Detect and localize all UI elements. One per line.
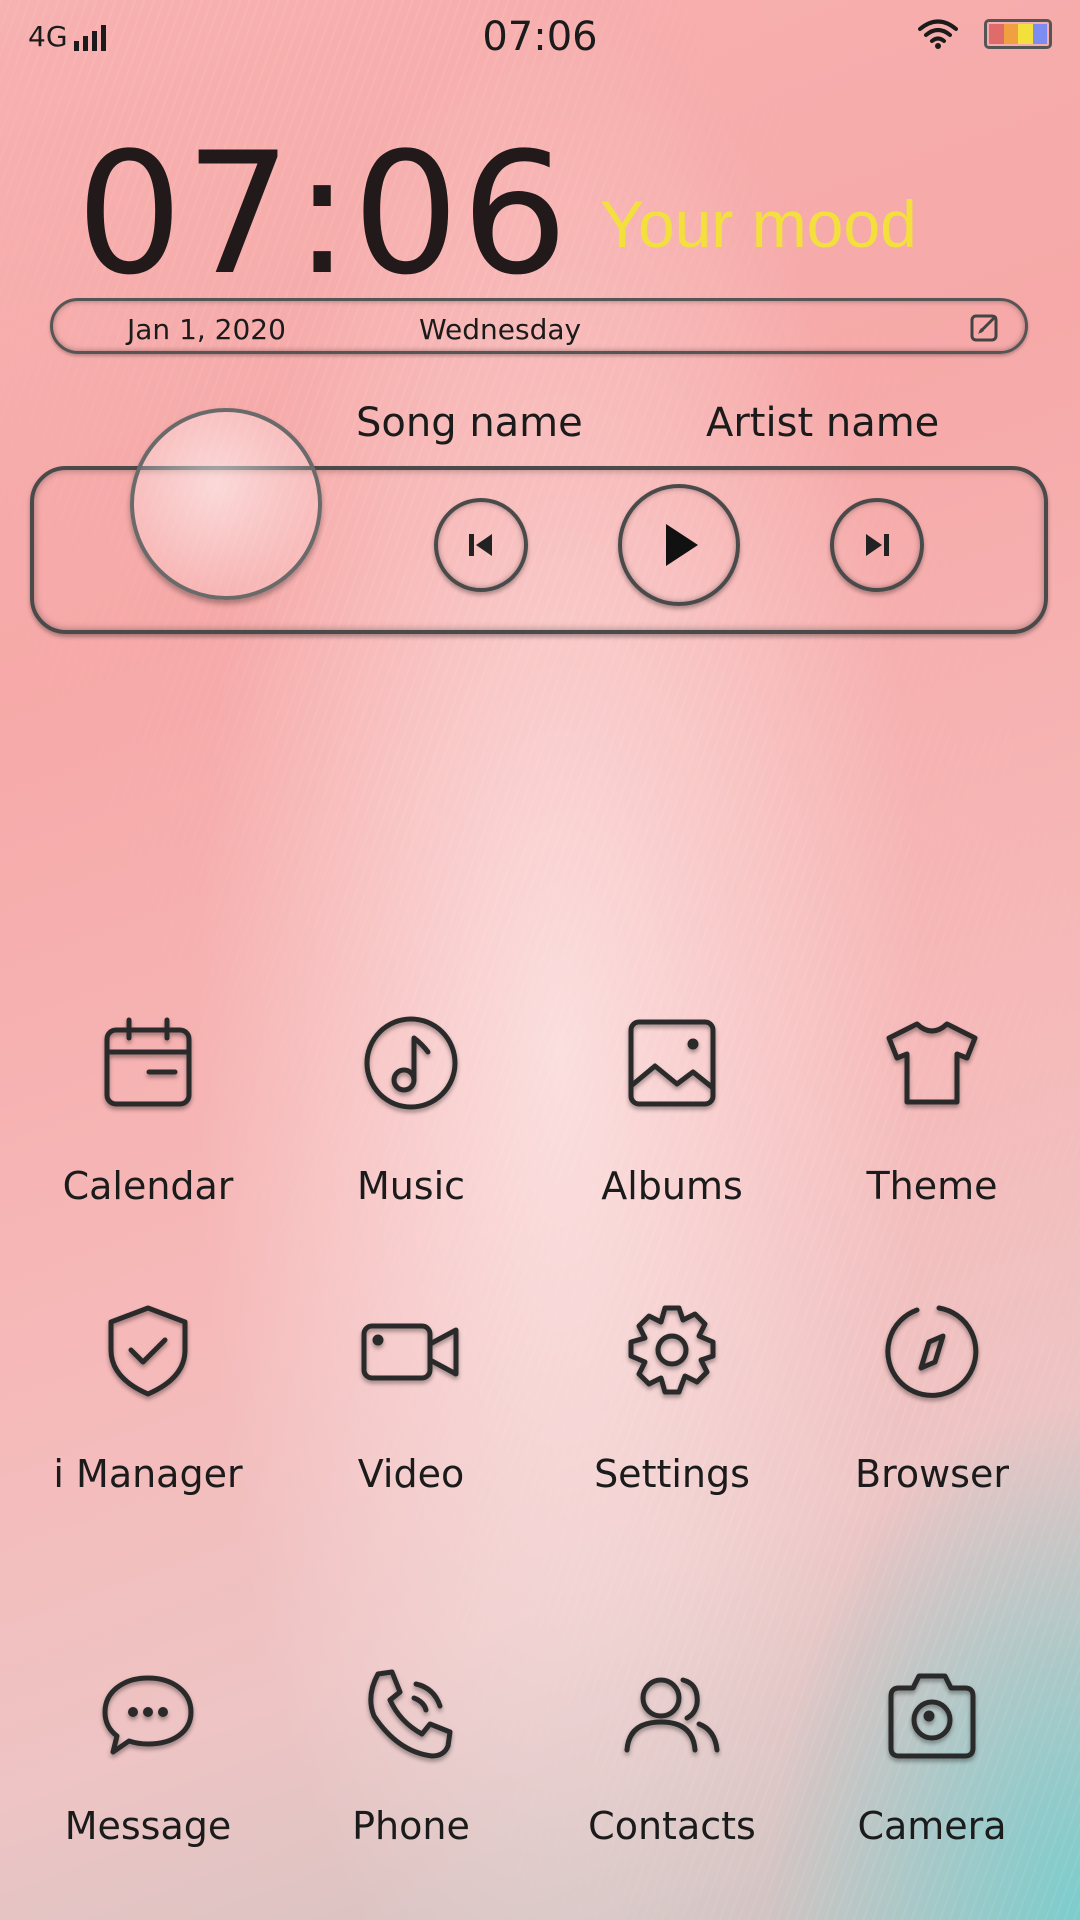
app-label: Albums (601, 1164, 743, 1208)
app-video[interactable]: Video (276, 1296, 546, 1496)
previous-track-button[interactable] (434, 498, 528, 592)
app-albums[interactable]: Albums (537, 1008, 807, 1208)
app-theme[interactable]: Theme (797, 1008, 1067, 1208)
album-art[interactable] (130, 408, 322, 600)
app-label: Message (64, 1804, 232, 1848)
app-settings[interactable]: Settings (537, 1296, 807, 1496)
app-i-manager[interactable]: i Manager (13, 1296, 283, 1496)
skip-back-icon (469, 534, 492, 556)
app-label: Theme (866, 1164, 998, 1208)
next-track-button[interactable] (830, 498, 924, 592)
app-label: Contacts (588, 1804, 756, 1848)
app-camera[interactable]: Camera (797, 1660, 1067, 1848)
app-label: Video (357, 1452, 465, 1496)
theme-icon (877, 1008, 987, 1118)
music-icon (356, 1008, 466, 1118)
clock-time[interactable]: 07:06 (76, 130, 570, 298)
compass-icon (877, 1296, 987, 1406)
status-bar: 4G 07:06 (0, 0, 1080, 76)
app-message[interactable]: Message (13, 1660, 283, 1848)
edit-icon[interactable] (969, 311, 1001, 343)
calendar-icon (93, 1008, 203, 1118)
gear-icon (617, 1296, 727, 1406)
albums-icon (617, 1008, 727, 1118)
contacts-icon (617, 1660, 727, 1770)
play-button[interactable] (618, 484, 740, 606)
mood-text[interactable]: Your mood (600, 186, 917, 262)
app-contacts[interactable]: Contacts (537, 1660, 807, 1848)
wifi-icon (918, 19, 958, 49)
app-label: Camera (857, 1804, 1007, 1848)
weekday-label: Wednesday (419, 313, 582, 346)
phone-icon (356, 1660, 466, 1770)
app-calendar[interactable]: Calendar (13, 1008, 283, 1208)
play-icon (666, 524, 698, 566)
date-label: Jan 1, 2020 (127, 313, 286, 346)
app-label: Music (356, 1164, 466, 1208)
date-bar[interactable]: Jan 1, 2020 Wednesday (50, 298, 1028, 354)
app-browser[interactable]: Browser (797, 1296, 1067, 1496)
battery-icon (984, 19, 1052, 49)
app-label: Phone (352, 1804, 470, 1848)
app-label: Browser (855, 1452, 1009, 1496)
shield-icon (93, 1296, 203, 1406)
video-icon (356, 1296, 466, 1406)
app-label: i Manager (53, 1452, 243, 1496)
app-phone[interactable]: Phone (276, 1660, 546, 1848)
skip-forward-icon (866, 534, 889, 556)
message-icon (93, 1660, 203, 1770)
app-label: Calendar (62, 1164, 234, 1208)
artist-name: Artist name (706, 400, 940, 446)
app-music[interactable]: Music (276, 1008, 546, 1208)
song-name: Song name (356, 400, 583, 446)
camera-icon (877, 1660, 987, 1770)
app-label: Settings (594, 1452, 750, 1496)
